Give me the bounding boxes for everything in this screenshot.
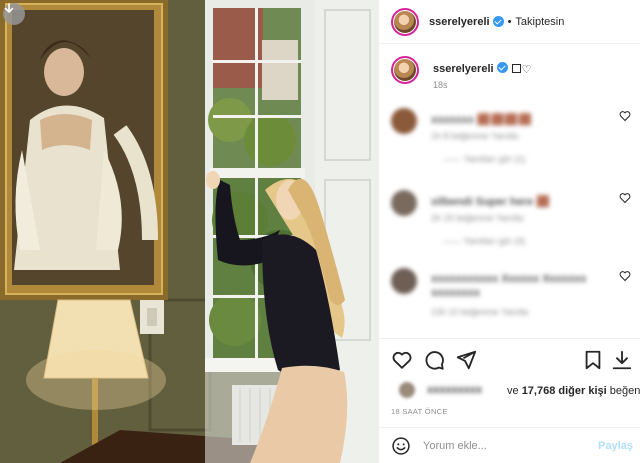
photo-illustration: [0, 0, 378, 463]
likes-others[interactable]: diğer kişi: [558, 385, 606, 397]
arrow-down-icon: [4, 3, 14, 13]
heart-icon[interactable]: [619, 110, 631, 122]
heart-icon[interactable]: [619, 270, 631, 282]
post-photo[interactable]: [0, 0, 378, 463]
share-send-icon[interactable]: [455, 349, 477, 371]
frame-emoji-icon: [511, 64, 521, 73]
post-header: sserelyereli • Takiptesin: [379, 0, 640, 44]
comment-meta: 2h 15 beğenme Yanıtla: [431, 213, 524, 223]
comment-replies: —— Yanıtları gör (1): [443, 154, 526, 164]
add-comment-bar: Paylaş: [379, 427, 640, 463]
separator-dot: •: [507, 15, 512, 28]
likes-verb: beğendi: [609, 385, 640, 397]
comment-item: xxxxxxx 🟫🟫🟫🟫 1h 8 beğenme Yanıtla —— Yan…: [391, 108, 637, 168]
comment-text: xilbendi Super here 🟫: [431, 196, 550, 208]
comment-text: xxxxxxxxxxx Xxxxxx Xxxxxxx: [431, 273, 587, 285]
likes-count[interactable]: 17,768: [522, 385, 556, 397]
liker-name: xxxxxxxxx: [427, 384, 483, 396]
caption-time: 18s: [433, 80, 448, 90]
post-comment-button[interactable]: Paylaş: [598, 440, 633, 452]
comment-text: xxxxxxxx: [431, 287, 480, 299]
avatar: [399, 382, 415, 398]
post-sidebar: sserelyereli • Takiptesin sserelyereli ♡ …: [378, 0, 640, 463]
heart-icon[interactable]: [619, 192, 631, 204]
likes-summary[interactable]: xxxxxxxxx ve 17,768 diğer kişi beğendi: [391, 382, 640, 402]
comment-item: xxxxxxxxxxx Xxxxxx Xxxxxxx xxxxxxxx 13h …: [391, 268, 637, 328]
avatar[interactable]: [391, 190, 417, 216]
header-username[interactable]: sserelyereli: [429, 16, 490, 28]
comment-replies: —— Yanıtları gör (4): [443, 236, 526, 246]
caption-heart-text: ♡: [521, 64, 532, 76]
avatar[interactable]: [391, 7, 419, 36]
comment-meta: 13h 10 beğenme Yanıtla: [431, 307, 529, 317]
download-icon[interactable]: [611, 349, 633, 371]
download-button[interactable]: [3, 3, 25, 25]
caption-username[interactable]: sserelyereli: [433, 63, 494, 75]
post-time-ago: 18 SAAT ÖNCE: [391, 407, 448, 416]
comment-input[interactable]: [423, 438, 583, 454]
comment-meta: 1h 8 beğenme Yanıtla: [431, 131, 519, 141]
bookmark-icon[interactable]: [582, 349, 604, 371]
like-heart-icon[interactable]: [391, 349, 413, 371]
action-bar: [379, 338, 640, 382]
verified-icon: [496, 62, 508, 73]
comment-text: xxxxxxx 🟫🟫🟫🟫: [431, 114, 532, 126]
follow-status[interactable]: Takiptesin: [515, 16, 564, 28]
verified-icon: [492, 16, 504, 27]
emoji-smiley-icon[interactable]: [391, 436, 411, 456]
avatar[interactable]: [391, 56, 419, 84]
comment-item: xilbendi Super here 🟫 2h 15 beğenme Yanı…: [391, 190, 637, 250]
avatar[interactable]: [391, 268, 417, 294]
avatar[interactable]: [391, 108, 417, 134]
comment-bubble-icon[interactable]: [423, 349, 445, 371]
likes-connector: ve: [507, 385, 519, 397]
